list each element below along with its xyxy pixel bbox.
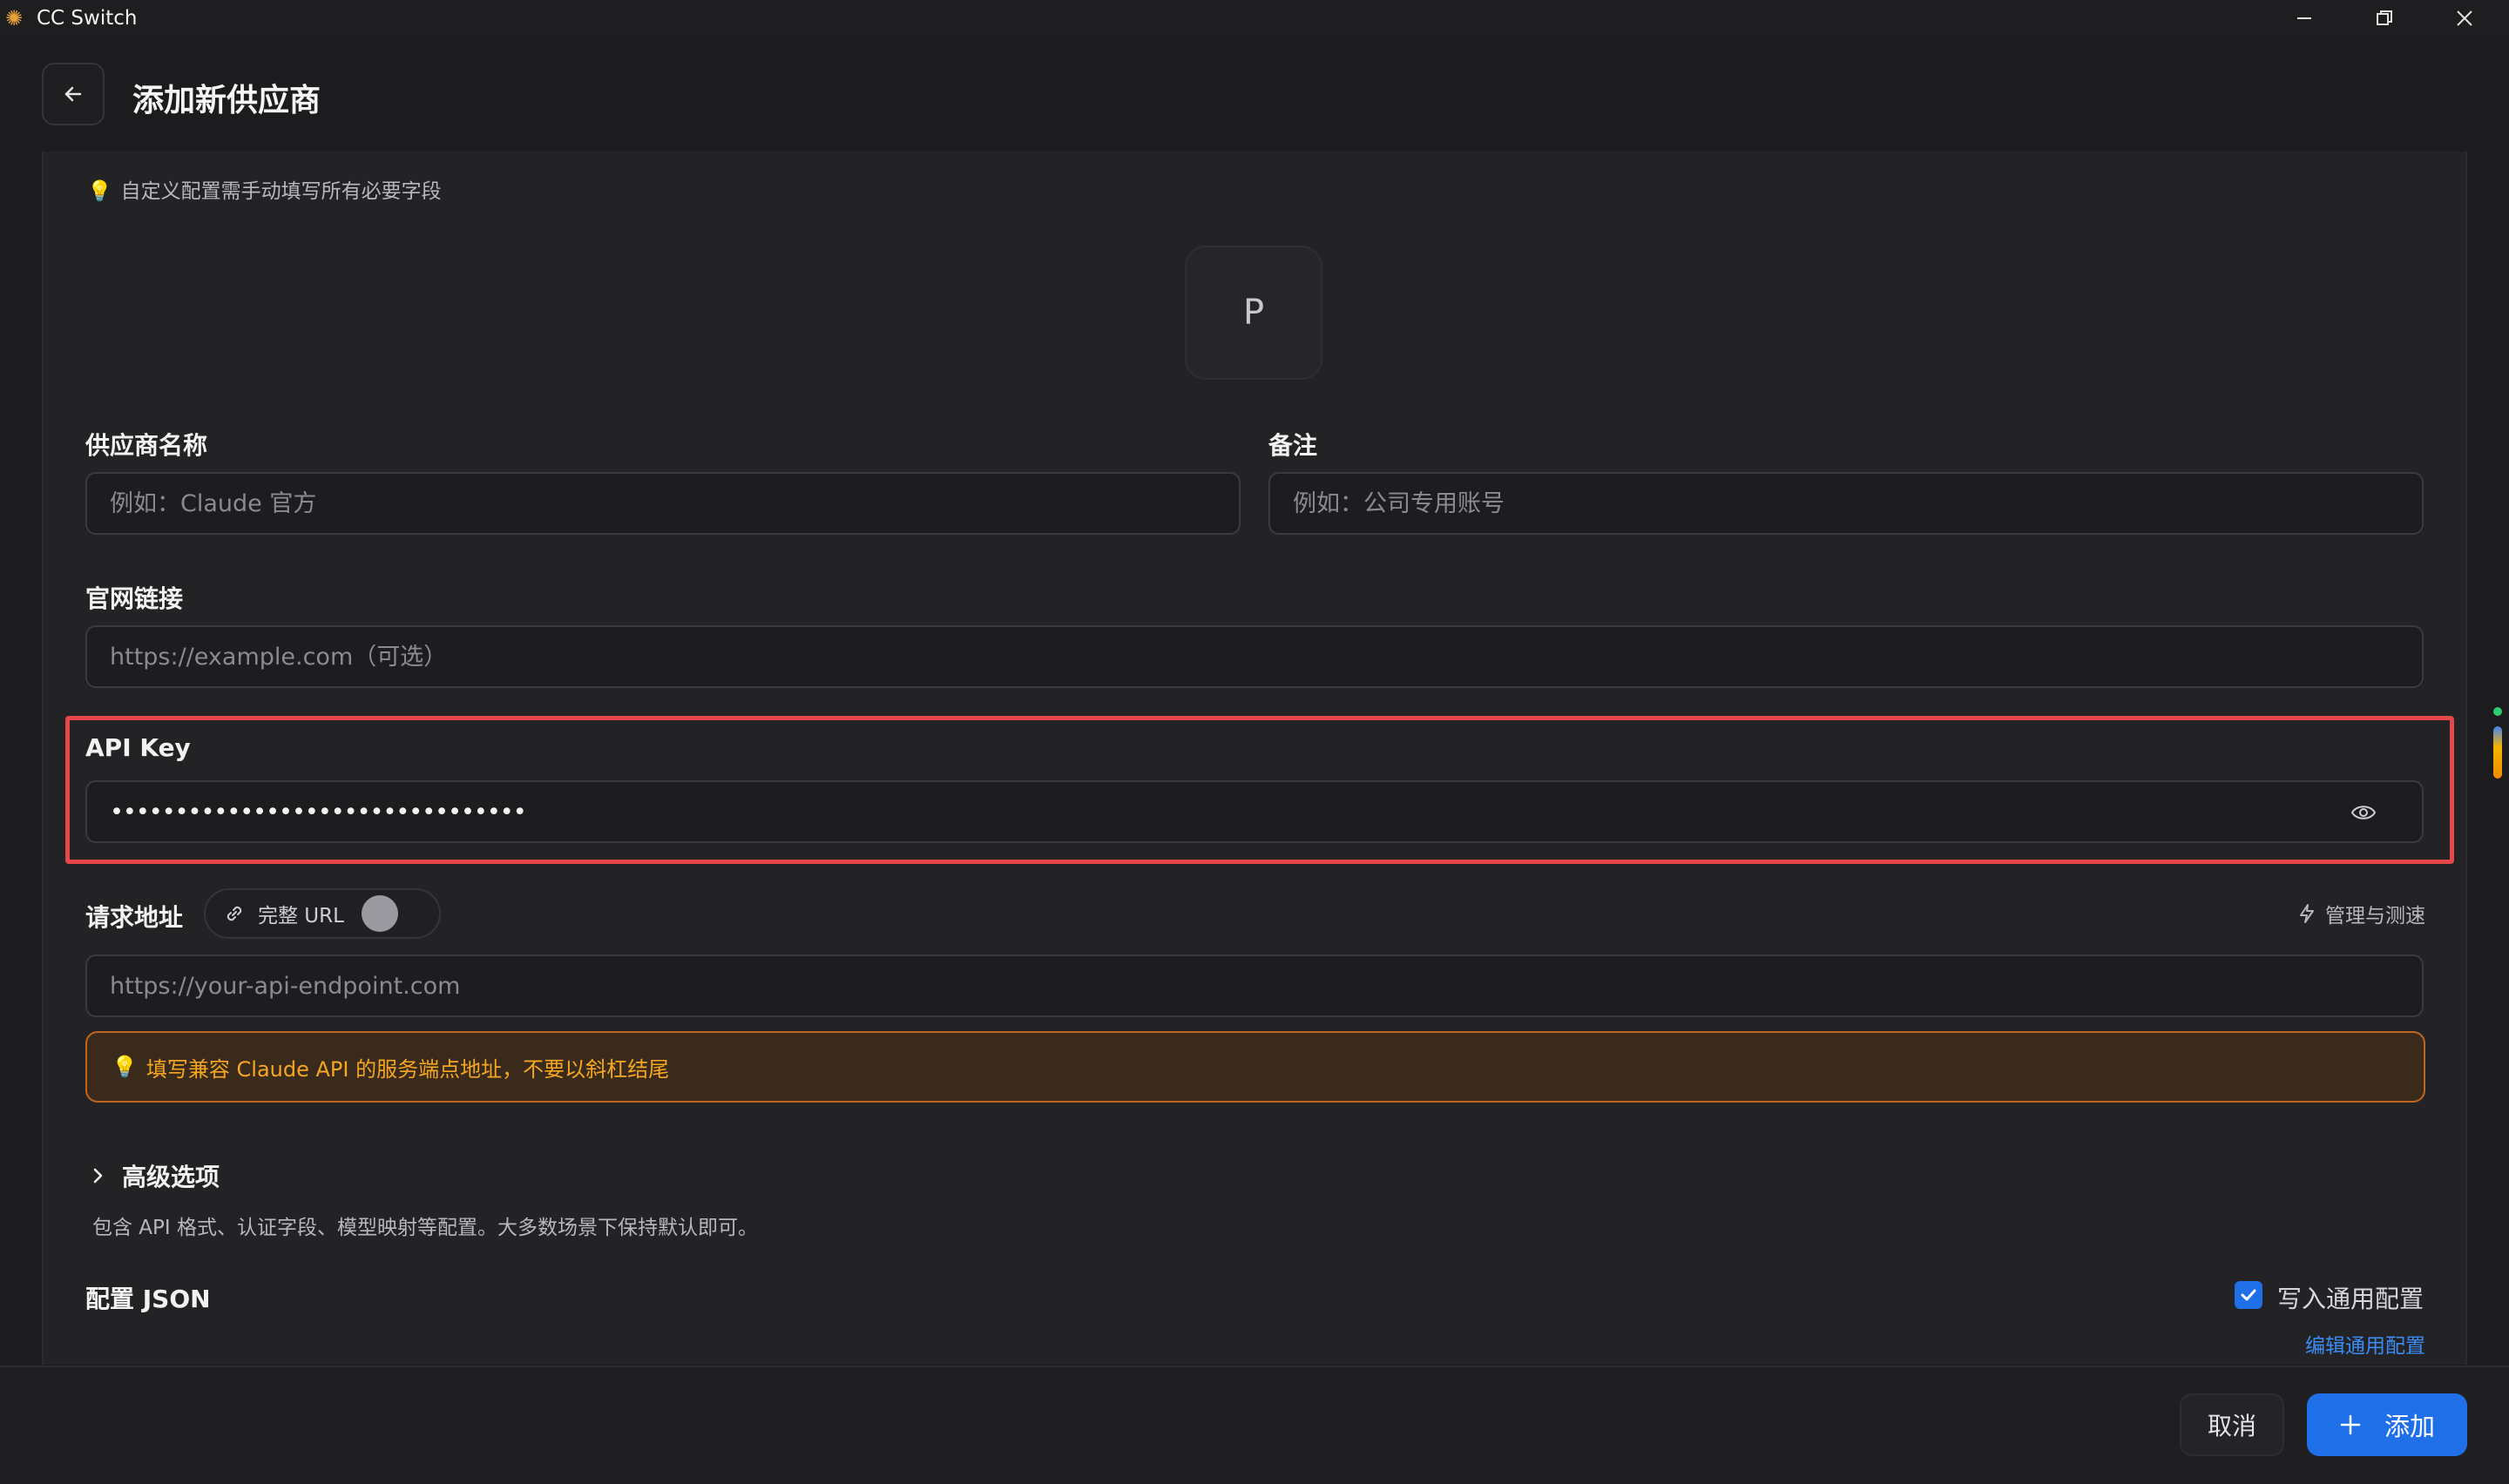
- window-title: CC Switch: [37, 7, 138, 30]
- eye-icon: [2350, 806, 2377, 820]
- chevron-right-icon: [93, 1168, 103, 1184]
- back-button[interactable]: [42, 63, 105, 125]
- cancel-button[interactable]: 取消: [2180, 1393, 2284, 1456]
- endpoint-warning: 💡 填写兼容 Claude API 的服务端点地址，不要以斜杠结尾: [85, 1031, 2425, 1103]
- provider-name-input[interactable]: [110, 489, 1239, 517]
- footer-bar: [0, 1366, 2509, 1484]
- manage-speedtest-button[interactable]: 管理与测速: [2296, 899, 2425, 928]
- arrow-left-icon: [64, 86, 82, 102]
- title-bar: [0, 0, 2509, 37]
- write-common-checkbox[interactable]: [2235, 1281, 2262, 1309]
- website-label: 官网链接: [85, 584, 184, 613]
- add-button[interactable]: 添加: [2307, 1393, 2467, 1456]
- website-input[interactable]: [110, 643, 2422, 671]
- avatar-letter: P: [1242, 293, 1265, 333]
- lightbulb-icon: 💡: [87, 180, 112, 203]
- website-field[interactable]: [85, 625, 2424, 688]
- advanced-options-description: 包含 API 格式、认证字段、模型映射等配置。大多数场景下保持默认即可。: [92, 1217, 759, 1239]
- api-key-masked-value: ••••••••••••••••••••••••••••••••: [110, 798, 527, 826]
- minimize-icon: [2297, 17, 2311, 19]
- endpoint-warning-text: 填写兼容 Claude API 的服务端点地址，不要以斜杠结尾: [145, 1056, 670, 1082]
- api-key-label: API Key: [85, 733, 191, 762]
- write-common-label[interactable]: 写入通用配置: [2277, 1280, 2424, 1315]
- plus-icon: [2340, 1414, 2361, 1435]
- api-key-field[interactable]: ••••••••••••••••••••••••••••••••: [85, 780, 2424, 843]
- advanced-options-toggle[interactable]: 高级选项: [87, 1158, 220, 1193]
- endpoint-field[interactable]: [85, 954, 2424, 1017]
- checkmark-icon: [2241, 1289, 2256, 1301]
- endpoint-input[interactable]: [110, 972, 2422, 1000]
- app-logo-icon: ✺: [5, 6, 24, 30]
- full-url-label: 完整 URL: [258, 905, 344, 928]
- full-url-toggle[interactable]: 完整 URL: [204, 888, 441, 939]
- endpoint-label: 请求地址: [85, 903, 184, 932]
- link-icon: [227, 906, 242, 921]
- provider-name-label: 供应商名称: [85, 431, 208, 460]
- restore-icon: [2377, 10, 2392, 25]
- cancel-label: 取消: [2207, 1412, 2256, 1440]
- full-url-switch[interactable]: [361, 895, 398, 932]
- custom-config-tip-text: 自定义配置需手动填写所有必要字段: [120, 180, 442, 203]
- close-button[interactable]: [2425, 0, 2504, 37]
- add-label: 添加: [2384, 1412, 2435, 1441]
- notes-input[interactable]: [1293, 489, 2422, 517]
- scrollbar-thumb[interactable]: [2493, 726, 2502, 779]
- lightning-icon: [2300, 904, 2314, 923]
- manage-speedtest-label: 管理与测速: [2325, 905, 2425, 928]
- warning-lightbulb-icon: 💡: [112, 1055, 138, 1079]
- edit-common-config-link[interactable]: 编辑通用配置: [2305, 1329, 2425, 1359]
- provider-avatar[interactable]: P: [1185, 246, 1322, 380]
- scroll-indicator-dot: [2493, 707, 2502, 716]
- minimize-button[interactable]: [2265, 0, 2343, 37]
- show-password-toggle[interactable]: [2350, 799, 2403, 832]
- notes-label: 备注: [1268, 431, 1318, 460]
- provider-name-field[interactable]: [85, 472, 1241, 535]
- advanced-options-label: 高级选项: [122, 1163, 220, 1191]
- page-title: 添加新供应商: [132, 83, 321, 118]
- restore-button[interactable]: [2345, 0, 2424, 37]
- close-icon: [2457, 10, 2472, 26]
- notes-field[interactable]: [1268, 472, 2424, 535]
- json-config-label: 配置 JSON: [85, 1285, 211, 1313]
- custom-config-tip: 💡 自定义配置需手动填写所有必要字段: [87, 174, 442, 204]
